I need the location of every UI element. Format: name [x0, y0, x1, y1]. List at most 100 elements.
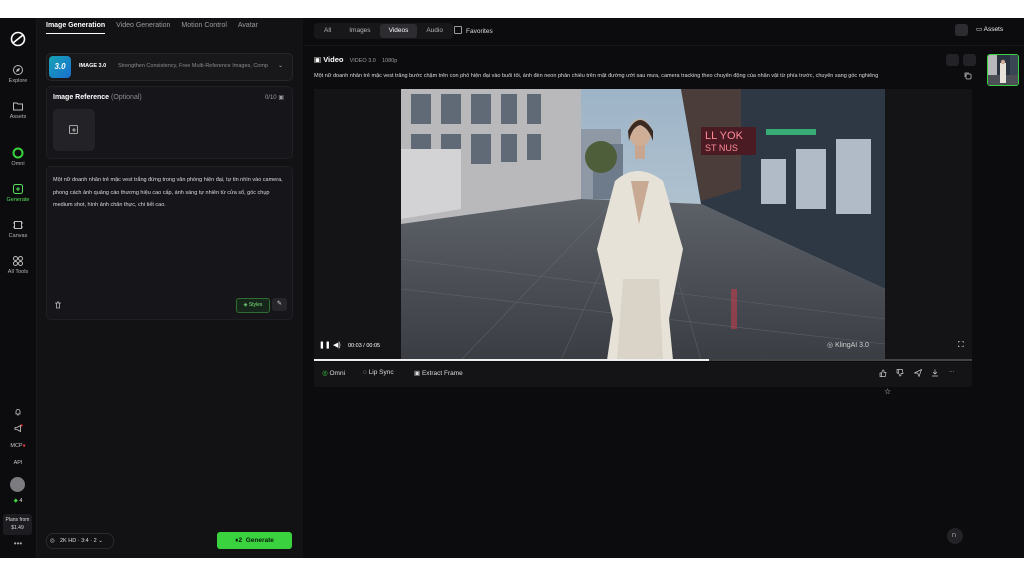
- sidebar-item-label: Omni: [11, 161, 25, 167]
- video-player[interactable]: LL YOK ST NUS ❚❚ ◀) 00:03 / 00:05 ◎ Klin…: [314, 89, 972, 360]
- generate-button[interactable]: ♦2 Generate: [217, 532, 292, 549]
- credits-badge[interactable]: ◆ 4: [0, 498, 36, 504]
- checkbox-icon: [454, 26, 462, 34]
- omni-icon: [12, 147, 24, 159]
- filter-all[interactable]: All: [315, 24, 340, 38]
- star-icon[interactable]: ☆: [884, 387, 892, 396]
- sidebar-item-generate[interactable]: Generate: [0, 183, 36, 203]
- kling-logo-icon[interactable]: [9, 30, 27, 48]
- tab-image-generation[interactable]: Image Generation: [46, 22, 106, 34]
- omni-label: Omni: [329, 370, 346, 377]
- sidebar-item-omni[interactable]: Omni: [0, 147, 36, 167]
- trash-icon[interactable]: [54, 301, 62, 309]
- favorites-label: Favorites: [466, 28, 493, 35]
- support-chat-button[interactable]: ∩: [947, 528, 963, 544]
- lip-sync-icon: ◌: [363, 369, 367, 376]
- volume-icon[interactable]: ◀): [333, 341, 341, 349]
- chevron-down-icon: ⌄: [277, 63, 283, 69]
- watermark: ◎ KlingAI 3.0: [827, 341, 869, 349]
- omni-button[interactable]: ◎ Omni: [322, 369, 345, 377]
- thumbs-down-icon[interactable]: [896, 369, 904, 377]
- megaphone-icon[interactable]: [14, 424, 23, 433]
- send-icon[interactable]: [913, 369, 922, 377]
- download-icon[interactable]: [931, 369, 939, 377]
- settings-icon: ◎: [50, 538, 55, 544]
- model-selector[interactable]: 3.0 IMAGE 3.0 Strengthen Consistency, Fr…: [46, 53, 293, 81]
- image-reference-card: Image Reference (Optional) 0/10 ▣: [46, 86, 293, 159]
- thumbs-up-icon[interactable]: [879, 369, 887, 377]
- feedback-actions: ··· ☆: [874, 369, 972, 405]
- grid-icon: [13, 256, 23, 266]
- avatar[interactable]: [10, 477, 25, 492]
- assets-label: Assets: [983, 26, 1004, 33]
- video-model: VIDEO 3.0: [349, 58, 376, 64]
- explore-icon: [13, 65, 23, 75]
- generation-tabs: Image Generation Video Generation Motion…: [46, 22, 267, 34]
- plans-label: Plans from: [5, 517, 30, 523]
- sidebar-item-all-tools[interactable]: All Tools: [0, 255, 36, 275]
- more-options-icon[interactable]: ···: [949, 369, 958, 377]
- asset-filter-tabs: All Images Videos Audio: [314, 23, 453, 39]
- filter-videos[interactable]: Videos: [379, 24, 418, 38]
- prompt-textarea[interactable]: Một nữ doanh nhân trẻ mặc vest trắng đứn…: [53, 174, 285, 212]
- image-upload-icon: [69, 125, 78, 134]
- watermark-text: KlingAI 3.0: [835, 342, 869, 349]
- tab-video-generation[interactable]: Video Generation: [116, 22, 170, 33]
- undo-icon[interactable]: [963, 54, 976, 66]
- video-actions-bar: ◎ Omni ◌ Lip Sync ▣ Extract Frame ··· ☆: [314, 361, 972, 396]
- headset-icon: ∩: [951, 530, 957, 539]
- sidebar-item-label: All Tools: [7, 269, 29, 275]
- bell-icon[interactable]: [14, 408, 22, 416]
- pause-icon[interactable]: ❚❚: [319, 341, 331, 349]
- prompt-card[interactable]: Một nữ doanh nhân trẻ mặc vest trắng đứn…: [46, 166, 293, 320]
- grid-view-icon[interactable]: [938, 24, 951, 36]
- plans-price: $1.49: [11, 525, 24, 531]
- model-description: Strengthen Consistency, Free Multi-Refer…: [118, 63, 268, 69]
- extract-frame-icon: ▣: [414, 370, 421, 377]
- more-icon[interactable]: •••: [0, 539, 36, 548]
- filter-audio[interactable]: Audio: [417, 24, 452, 38]
- divider: [304, 45, 1024, 46]
- styles-button[interactable]: ◈ Styles: [236, 298, 270, 313]
- model-name: IMAGE 3.0: [79, 63, 107, 69]
- extract-frame-button[interactable]: ▣ Extract Frame: [414, 369, 463, 377]
- reference-count: 0/10 ▣: [265, 94, 284, 101]
- sidebar-item-label: Canvas: [8, 233, 28, 239]
- plans-button[interactable]: Plans from $1.49: [3, 514, 32, 535]
- video-prompt: Một nữ doanh nhân trẻ mặc vest trắng bướ…: [314, 73, 879, 79]
- sidebar-item-explore[interactable]: Explore: [0, 64, 36, 84]
- output-settings-selector[interactable]: ◎ 2K HD · 3:4 · 2 ⌄: [46, 533, 114, 549]
- fullscreen-icon[interactable]: ⛶: [958, 340, 964, 350]
- app-window: Explore Assets Omni Generate Canvas All …: [0, 18, 1024, 558]
- folder-icon: ▭: [976, 26, 983, 33]
- favorites-toggle[interactable]: Favorites: [454, 26, 493, 35]
- filter-images[interactable]: Images: [340, 24, 379, 38]
- lip-sync-label: Lip Sync: [368, 369, 394, 376]
- video-header-actions: [942, 54, 976, 72]
- neon-sign-bottom: ST NUS: [705, 143, 738, 153]
- neon-sign-top: LL YOK: [705, 130, 744, 142]
- omni-icon: ◎: [322, 370, 328, 377]
- upload-image-button[interactable]: [53, 109, 95, 151]
- image-reference-title: Image Reference (Optional): [53, 94, 142, 101]
- tab-avatar[interactable]: Avatar: [238, 22, 258, 33]
- lip-sync-button[interactable]: ◌ Lip Sync: [363, 369, 394, 376]
- video-time: 00:03 / 00:05: [348, 343, 381, 349]
- sidebar-item-label: Assets: [9, 114, 27, 120]
- sidebar-item-assets[interactable]: Assets: [0, 100, 36, 120]
- thumbnail-image: [988, 55, 1018, 85]
- list-view-icon[interactable]: [955, 24, 968, 36]
- video-thumbnail[interactable]: [987, 54, 1019, 86]
- palette-icon: ◈: [243, 302, 248, 308]
- video-title: Video: [323, 55, 344, 64]
- tab-motion-control[interactable]: Motion Control: [181, 22, 227, 33]
- magic-brush-icon[interactable]: ✎: [272, 298, 287, 311]
- assets-button[interactable]: ▭ Assets: [976, 23, 1003, 37]
- sidebar-item-canvas[interactable]: Canvas: [0, 219, 36, 239]
- video-icon: ▣: [314, 55, 322, 64]
- mcp-link[interactable]: MCP●: [0, 443, 36, 449]
- gallery-icon[interactable]: ▣: [278, 95, 284, 101]
- api-link[interactable]: API: [0, 460, 36, 466]
- copy-icon[interactable]: [964, 72, 972, 80]
- edit-icon[interactable]: [946, 54, 959, 66]
